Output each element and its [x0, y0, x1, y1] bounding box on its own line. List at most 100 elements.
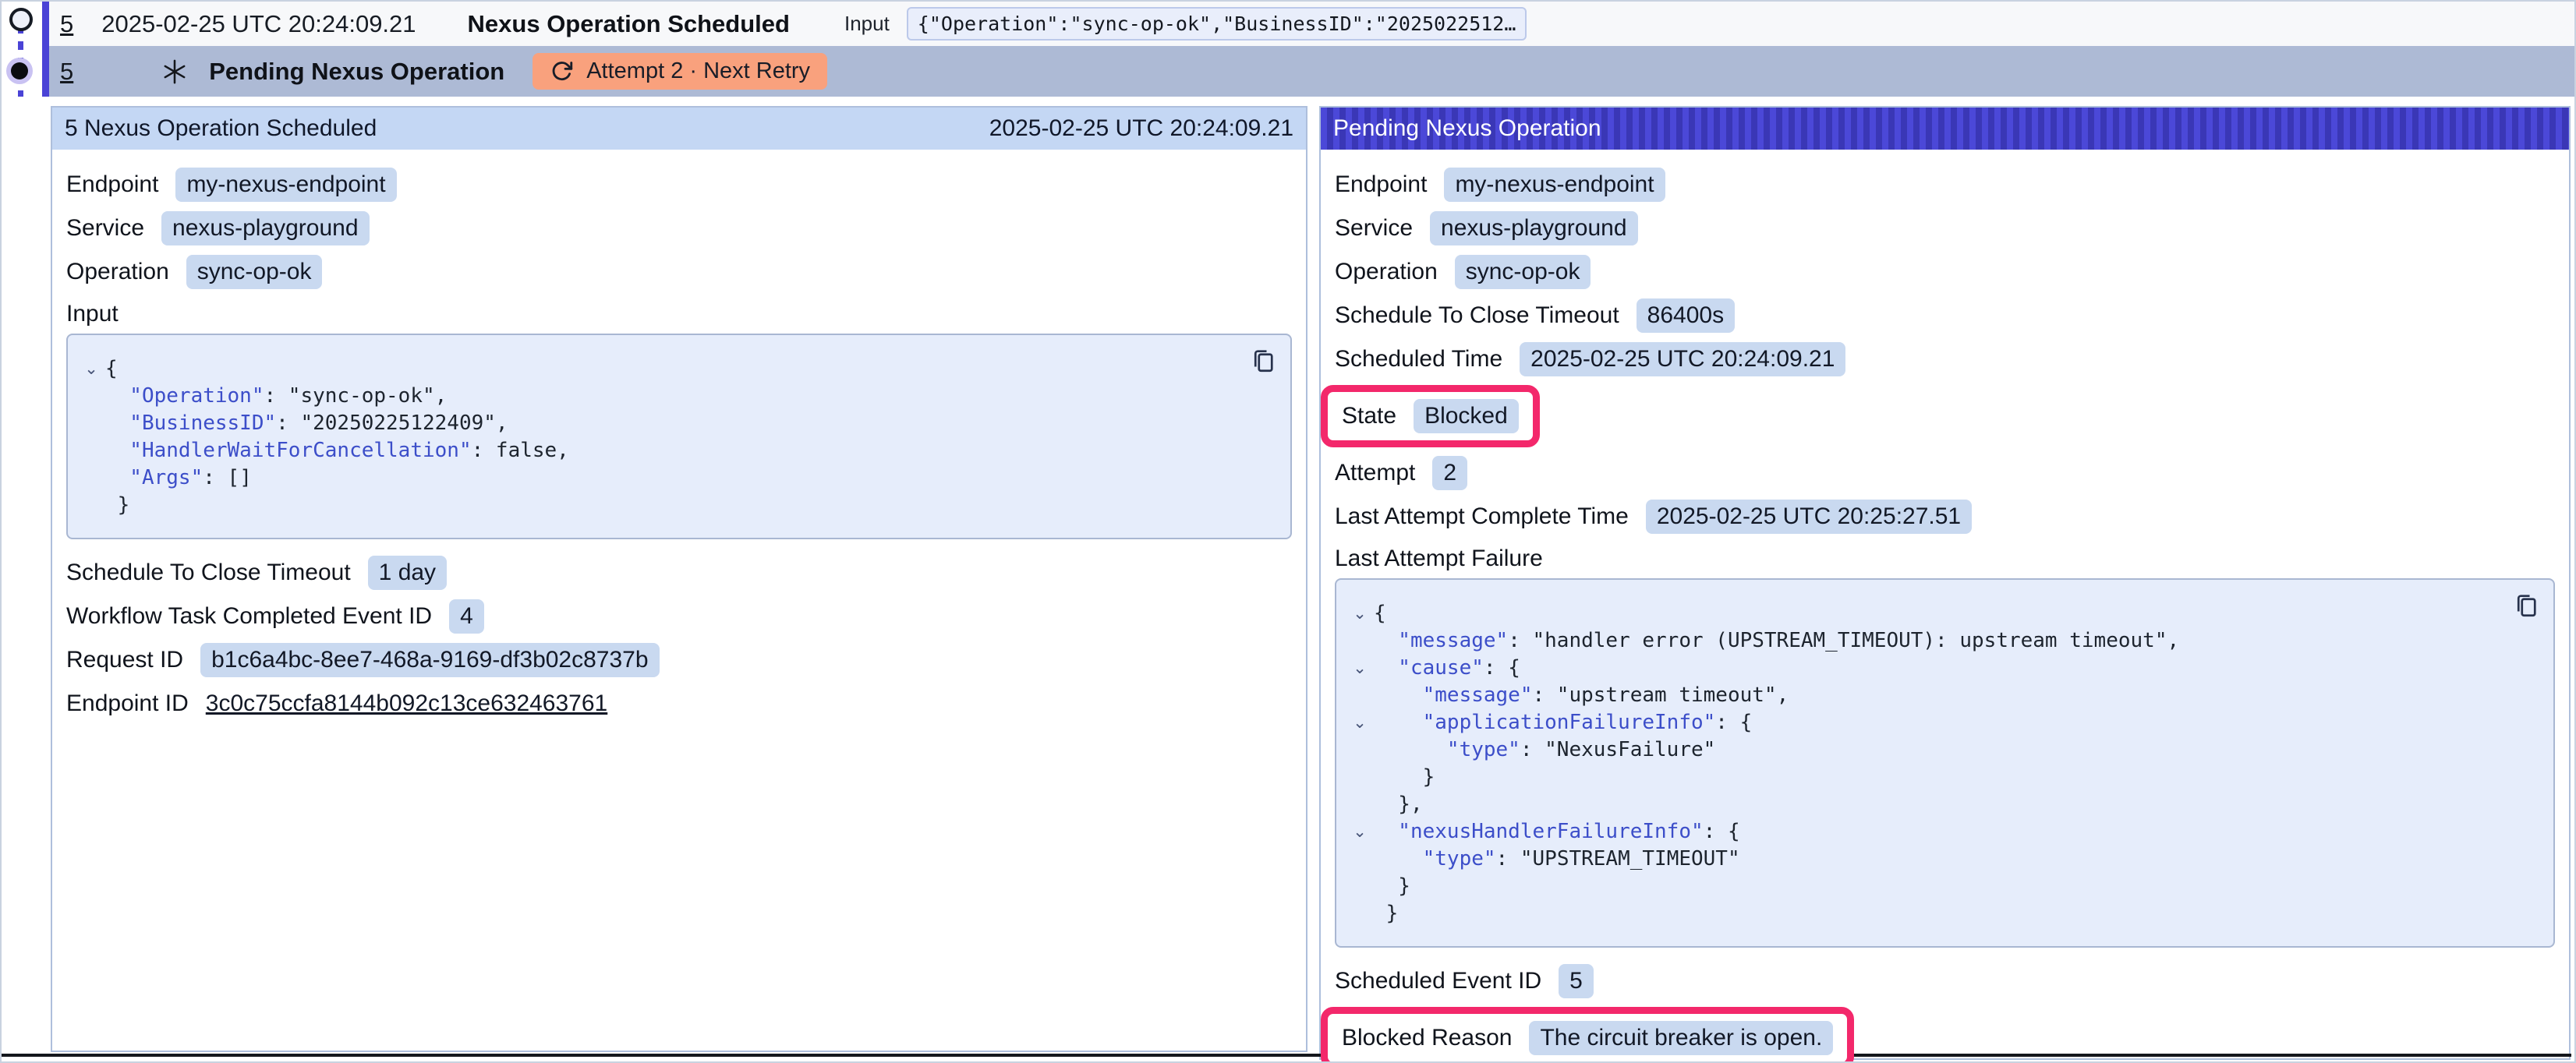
code-text: }, — [1374, 791, 1423, 818]
code-line: ⌄ "cause": { — [1346, 655, 2499, 682]
code-line: "BusinessID": "20250225122409", — [77, 410, 1236, 437]
code-line: } — [1346, 764, 2499, 791]
annotation-highlight-state: State Blocked — [1321, 385, 1540, 447]
input-label: Input — [844, 12, 890, 36]
timeline-dashed-connector — [18, 25, 23, 97]
field-label: Schedule To Close Timeout — [1335, 302, 1619, 329]
code-text: } — [1374, 764, 1435, 791]
field-attempt: Attempt2 — [1335, 455, 2555, 491]
collapse-chevron-icon[interactable]: ⌄ — [1346, 709, 1374, 736]
field-request-id: Request ID b1c6a4bc-8ee7-468a-9169-df3b02… — [66, 642, 1292, 678]
field-value-badge: 2025-02-25 UTC 20:25:27.51 — [1646, 500, 1972, 534]
code-text: "message": "upstream timeout", — [1374, 682, 1789, 709]
rows-container: 5 2025-02-25 UTC 20:24:09.21 Nexus Opera… — [49, 2, 2574, 97]
annotation-highlight-blocked-reason: Blocked ReasonThe circuit breaker is ope… — [1321, 1007, 1854, 1063]
event-id-link[interactable]: 5 — [60, 10, 73, 38]
pending-operation-title: Pending Nexus Operation — [209, 58, 504, 86]
field-scheduled-event-id: Scheduled Event ID5 — [1335, 963, 2555, 999]
collapse-chevron-icon[interactable]: ⌄ — [77, 355, 105, 383]
code-line: "message": "upstream timeout", — [1346, 682, 2499, 709]
field-endpoint: Endpoint my-nexus-endpoint — [1335, 167, 2555, 203]
field-label: Endpoint — [66, 171, 158, 198]
code-text: } — [1374, 900, 1398, 927]
code-line: ⌄ "nexusHandlerFailureInfo": { — [1346, 818, 2499, 846]
timeline-open-marker-icon — [9, 8, 33, 31]
field-label: Scheduled Time — [1335, 346, 1502, 373]
input-section-label: Input — [66, 301, 1292, 327]
field-label: Workflow Task Completed Event ID — [66, 603, 432, 630]
field-value-badge: nexus-playground — [1430, 211, 1638, 245]
json-key: "type" — [1374, 738, 1520, 761]
copy-icon[interactable] — [2511, 591, 2541, 622]
field-label: Operation — [1335, 259, 1438, 285]
temporal-event-history-screen: 5 2025-02-25 UTC 20:24:09.21 Nexus Opera… — [0, 0, 2576, 1063]
json-key: "type" — [1374, 847, 1496, 871]
failure-section-label: Last Attempt Failure — [1335, 546, 2555, 572]
code-line: "Args": [] — [77, 464, 1236, 492]
code-text: "applicationFailureInfo": { — [1374, 709, 1752, 736]
field-label: Blocked Reason — [1342, 1025, 1512, 1051]
field-label: Request ID — [66, 647, 183, 673]
pending-asterisk-icon — [161, 58, 189, 86]
retry-attempt-badge: Attempt 2 · Next Retry — [533, 53, 827, 90]
field-value-badge: sync-op-ok — [186, 255, 323, 289]
code-text: { — [1374, 600, 1386, 627]
window-bottom-edge — [2, 1054, 2571, 1057]
field-scheduled-time: Scheduled Time2025-02-25 UTC 20:24:09.21 — [1335, 341, 2555, 377]
collapse-chevron-icon[interactable]: ⌄ — [1346, 600, 1374, 627]
json-key: "applicationFailureInfo" — [1374, 711, 1715, 734]
field-operation: Operation sync-op-ok — [1335, 254, 2555, 290]
code-line: "HandlerWaitForCancellation": false, — [77, 437, 1236, 464]
code-line: ⌄{ — [77, 355, 1236, 383]
copy-icon[interactable] — [1248, 346, 1278, 377]
event-row-scheduled[interactable]: 5 2025-02-25 UTC 20:24:09.21 Nexus Opera… — [49, 2, 2574, 46]
event-detail-panels: 5 Nexus Operation Scheduled 2025-02-25 U… — [51, 106, 2574, 1060]
selected-event-indicator-bar — [42, 2, 49, 97]
field-value-badge: sync-op-ok — [1455, 255, 1591, 289]
code-line: "type": "UPSTREAM_TIMEOUT" — [1346, 846, 2499, 873]
json-key: "nexusHandlerFailureInfo" — [1374, 820, 1704, 843]
json-key: "BusinessID" — [105, 411, 276, 435]
field-schedule-to-close-timeout: Schedule To Close Timeout86400s — [1335, 298, 2555, 334]
field-last-attempt-complete-time: Last Attempt Complete Time2025-02-25 UTC… — [1335, 499, 2555, 535]
field-value-badge: my-nexus-endpoint — [1444, 168, 1665, 202]
field-workflow-task-completed-event-id: Workflow Task Completed Event ID4 — [66, 599, 1292, 634]
field-value-badge: Blocked — [1414, 399, 1519, 433]
input-json-lines: ⌄{ "Operation": "sync-op-ok", "BusinessI… — [77, 355, 1236, 519]
scheduled-card-header: 5 Nexus Operation Scheduled 2025-02-25 U… — [52, 108, 1306, 150]
pending-card-title: Pending Nexus Operation — [1333, 115, 1601, 142]
field-label: State — [1342, 403, 1396, 429]
pending-card-body: Endpoint my-nexus-endpoint Service nexus-pl… — [1321, 150, 2569, 1063]
code-text: "type": "NexusFailure" — [1374, 736, 1715, 764]
field-value-badge: 1 day — [368, 556, 447, 590]
input-preview-badge[interactable]: {"Operation":"sync-op-ok","BusinessID":"… — [907, 7, 1527, 41]
code-text: "type": "UPSTREAM_TIMEOUT" — [1374, 846, 1740, 873]
collapse-chevron-icon[interactable]: ⌄ — [1346, 655, 1374, 682]
field-value-badge: 2 — [1432, 456, 1467, 490]
scheduled-card-body: Endpointmy-nexus-endpointServicenexus-pl… — [52, 150, 1306, 722]
field-label: Endpoint ID — [66, 690, 189, 717]
field-endpoint-id: Endpoint ID 3c0c75ccfa8144b092c13ce632463… — [66, 686, 1292, 722]
scheduled-card-timestamp: 2025-02-25 UTC 20:24:09.21 — [989, 115, 1293, 142]
field-label: Service — [1335, 215, 1413, 242]
code-text: } — [105, 492, 129, 519]
scheduled-fields-bottom: Schedule To Close Timeout1 dayWorkflow T… — [66, 555, 1292, 722]
collapse-chevron-icon[interactable]: ⌄ — [1346, 818, 1374, 846]
event-row-pending[interactable]: 5 Pending Nexus Operation — [49, 46, 2574, 97]
json-key: "Args" — [105, 466, 203, 489]
code-text: "HandlerWaitForCancellation": false, — [105, 437, 569, 464]
field-value-badge: b1c6a4bc-8ee7-468a-9169-df3b02c8737b — [200, 643, 659, 677]
field-value-link[interactable]: 3c0c75ccfa8144b092c13ce632463761 — [206, 690, 607, 717]
field-label: Endpoint — [1335, 171, 1427, 198]
input-json-viewer: ⌄{ "Operation": "sync-op-ok", "BusinessI… — [66, 334, 1292, 539]
scheduled-fields-top: Endpointmy-nexus-endpointServicenexus-pl… — [66, 167, 1292, 290]
field-value-badge: 5 — [1559, 964, 1594, 998]
code-text: "Operation": "sync-op-ok", — [105, 383, 447, 410]
code-line: ⌄ "applicationFailureInfo": { — [1346, 709, 2499, 736]
event-timestamp: 2025-02-25 UTC 20:24:09.21 — [101, 10, 416, 38]
code-text: { — [105, 355, 118, 383]
json-key: "message" — [1374, 629, 1508, 652]
field-endpoint: Endpointmy-nexus-endpoint — [66, 167, 1292, 203]
event-id-link[interactable]: 5 — [60, 58, 73, 86]
code-line: } — [1346, 873, 2499, 900]
